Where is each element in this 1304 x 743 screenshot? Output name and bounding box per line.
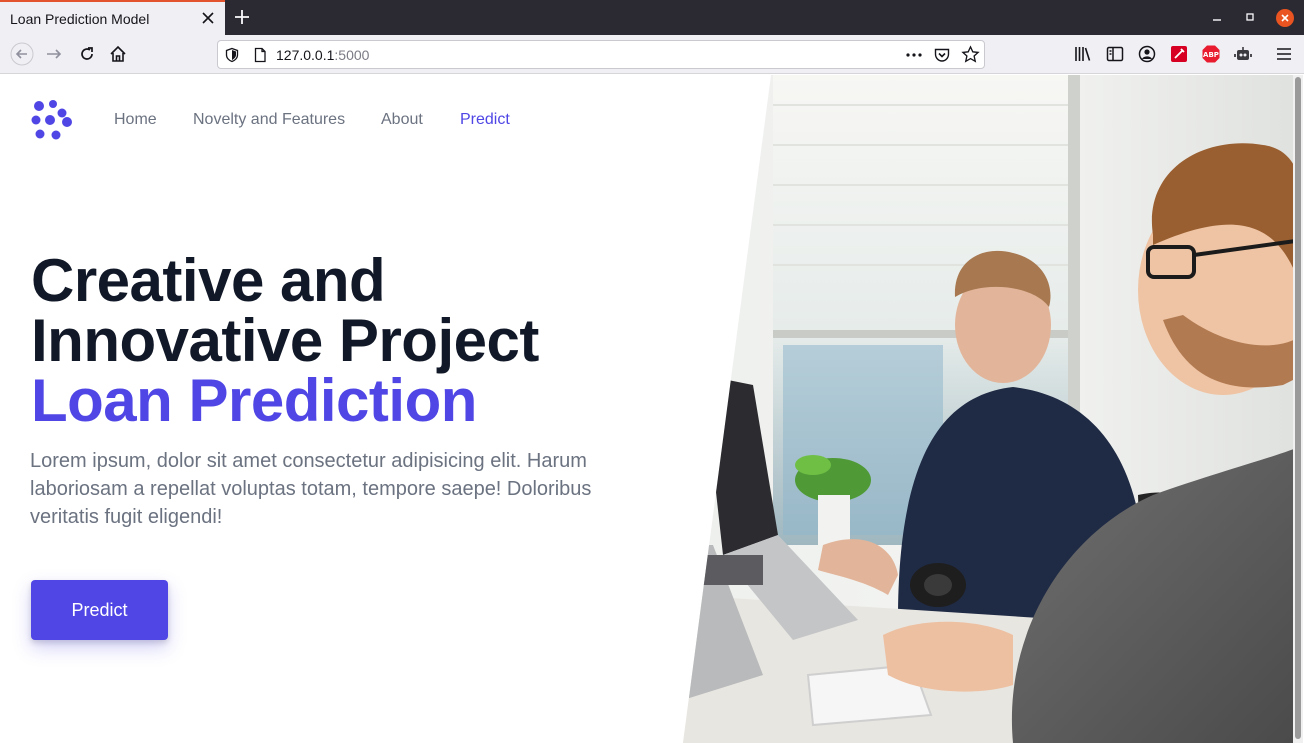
- shield-icon[interactable]: [224, 47, 240, 63]
- svg-text:ABP: ABP: [1203, 51, 1219, 59]
- home-icon[interactable]: [108, 44, 128, 64]
- nav-novelty-and-features[interactable]: Novelty and Features: [193, 111, 345, 129]
- page-info-icon[interactable]: [252, 47, 268, 63]
- logo-icon[interactable]: [31, 100, 75, 140]
- nav-home[interactable]: Home: [114, 111, 157, 129]
- scrollbar-thumb[interactable]: [1295, 77, 1301, 739]
- maximize-icon[interactable]: [1242, 9, 1258, 25]
- robot-extension-icon[interactable]: [1233, 44, 1253, 64]
- nav-predict[interactable]: Predict: [460, 111, 510, 129]
- account-icon[interactable]: [1137, 44, 1157, 64]
- address-bar[interactable]: 127.0.0.1:5000: [217, 40, 985, 69]
- sidebar-icon[interactable]: [1105, 44, 1125, 64]
- minimize-icon[interactable]: [1209, 9, 1225, 25]
- web-page: Home Novelty and Features About Predict …: [1, 75, 1303, 743]
- hamburger-menu-icon[interactable]: [1274, 44, 1294, 64]
- reload-icon[interactable]: [77, 44, 97, 64]
- browser-tab-bar: Loan Prediction Model: [0, 0, 1304, 35]
- new-tab-icon[interactable]: [233, 8, 251, 26]
- url-text[interactable]: 127.0.0.1:5000: [276, 47, 369, 63]
- heading-line-2: Innovative Project: [31, 307, 539, 374]
- window-close-button[interactable]: [1276, 9, 1294, 27]
- heading-line-1: Creative and: [31, 247, 386, 314]
- forward-icon[interactable]: [44, 44, 64, 64]
- library-icon[interactable]: [1073, 44, 1093, 64]
- bookmark-star-icon[interactable]: [961, 45, 980, 64]
- predict-button[interactable]: Predict: [31, 580, 168, 640]
- close-tab-icon[interactable]: [199, 9, 217, 27]
- hero-description: Lorem ipsum, dolor sit amet consectetur …: [30, 450, 592, 528]
- hero-heading: Creative and Innovative Project Loan Pre…: [31, 251, 539, 431]
- close-icon: [1281, 14, 1289, 22]
- browser-tab[interactable]: Loan Prediction Model: [0, 0, 225, 35]
- tab-title: Loan Prediction Model: [10, 10, 150, 27]
- back-icon[interactable]: [10, 42, 34, 66]
- more-actions-icon[interactable]: [905, 47, 923, 63]
- hero-image: [683, 75, 1303, 743]
- adblock-plus-icon[interactable]: ABP: [1201, 44, 1221, 64]
- url-port: :5000: [334, 47, 370, 63]
- extension-red-icon[interactable]: [1169, 44, 1189, 64]
- heading-line-3: Loan Prediction: [31, 367, 477, 434]
- page-scrollbar[interactable]: [1293, 75, 1303, 743]
- pocket-icon[interactable]: [933, 46, 951, 64]
- nav-about[interactable]: About: [381, 111, 423, 129]
- url-host: 127.0.0.1: [276, 47, 335, 63]
